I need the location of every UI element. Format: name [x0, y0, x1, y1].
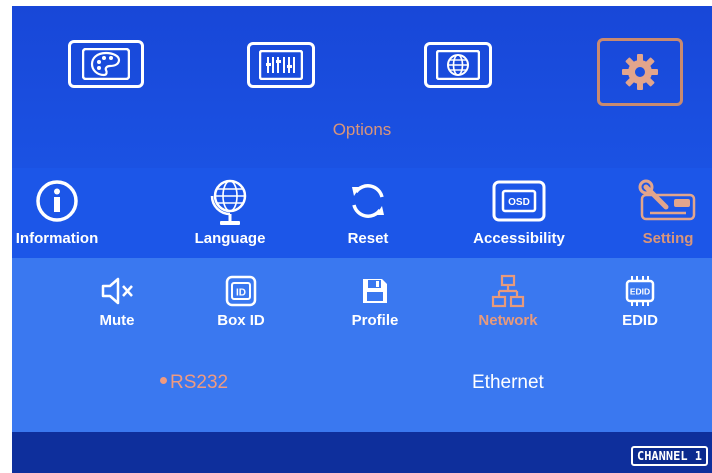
submenu-item-mute[interactable]: Mute [52, 272, 182, 329]
submenu-item-label: Mute [99, 312, 135, 329]
tile-globe[interactable] [424, 42, 492, 88]
submenu-item-edid[interactable]: EDID EDID [575, 272, 705, 329]
menu-item-accessibility[interactable]: OSD Accessibility [449, 174, 589, 247]
globe-stand-icon [210, 179, 247, 225]
globe-icon [436, 50, 480, 80]
svg-text:OSD: OSD [508, 197, 530, 208]
submenu-item-box-id[interactable]: ID Box ID [176, 272, 306, 329]
submenu-item-network[interactable]: Network [443, 272, 573, 329]
menu-item-label: Setting [642, 230, 694, 247]
submenu-item-label: Box ID [217, 312, 265, 329]
osd-screen: Options Information Language Reset OSD A… [12, 6, 712, 473]
selected-dot-icon [160, 377, 167, 385]
menu-item-language[interactable]: Language [160, 174, 300, 247]
menu-item-label: Information [15, 230, 99, 247]
setting-submenu: Mute ID Box ID Profile Network EDID EDID… [12, 258, 712, 432]
network-icon [491, 274, 525, 308]
menu-item-label: Accessibility [473, 230, 565, 247]
option-rs232-label: RS232 [170, 372, 229, 393]
tile-settings[interactable] [597, 38, 683, 106]
menu-item-label: Language [194, 230, 266, 247]
option-ethernet[interactable]: Ethernet [472, 372, 544, 394]
status-bar: CHANNEL 1 [12, 432, 712, 473]
gear-icon [622, 54, 658, 90]
tile-equalizer[interactable] [247, 42, 315, 88]
svg-text:EDID: EDID [630, 287, 650, 297]
options-row: Information Language Reset OSD Accessibi… [12, 168, 712, 258]
tile-palette[interactable] [68, 40, 144, 88]
palette-icon [82, 48, 130, 80]
info-icon [36, 180, 78, 222]
submenu-item-label: EDID [622, 312, 658, 329]
menu-item-label: Reset [347, 230, 389, 247]
wrench-tool-icon [638, 179, 696, 221]
menu-item-information[interactable]: Information [12, 174, 127, 247]
submenu-item-label: Network [478, 312, 538, 329]
svg-text:ID: ID [236, 288, 246, 299]
osd-icon: OSD [492, 180, 546, 222]
option-ethernet-label: Ethernet [472, 372, 544, 393]
menu-item-reset[interactable]: Reset [298, 174, 438, 247]
id-icon: ID [225, 275, 257, 307]
menu-title: Options [332, 120, 392, 139]
menu-item-setting[interactable]: Setting [598, 174, 712, 247]
top-menu-bar: Options [12, 6, 712, 168]
refresh-icon [352, 184, 384, 218]
option-rs232[interactable]: RS232 [160, 372, 228, 394]
speaker-mute-icon [101, 277, 133, 305]
edid-chip-icon: EDID [625, 276, 655, 306]
submenu-item-label: Profile [351, 312, 399, 329]
equalizer-icon [259, 50, 303, 80]
submenu-item-profile[interactable]: Profile [310, 272, 440, 329]
channel-badge: CHANNEL 1 [630, 446, 708, 466]
floppy-icon [363, 279, 387, 303]
